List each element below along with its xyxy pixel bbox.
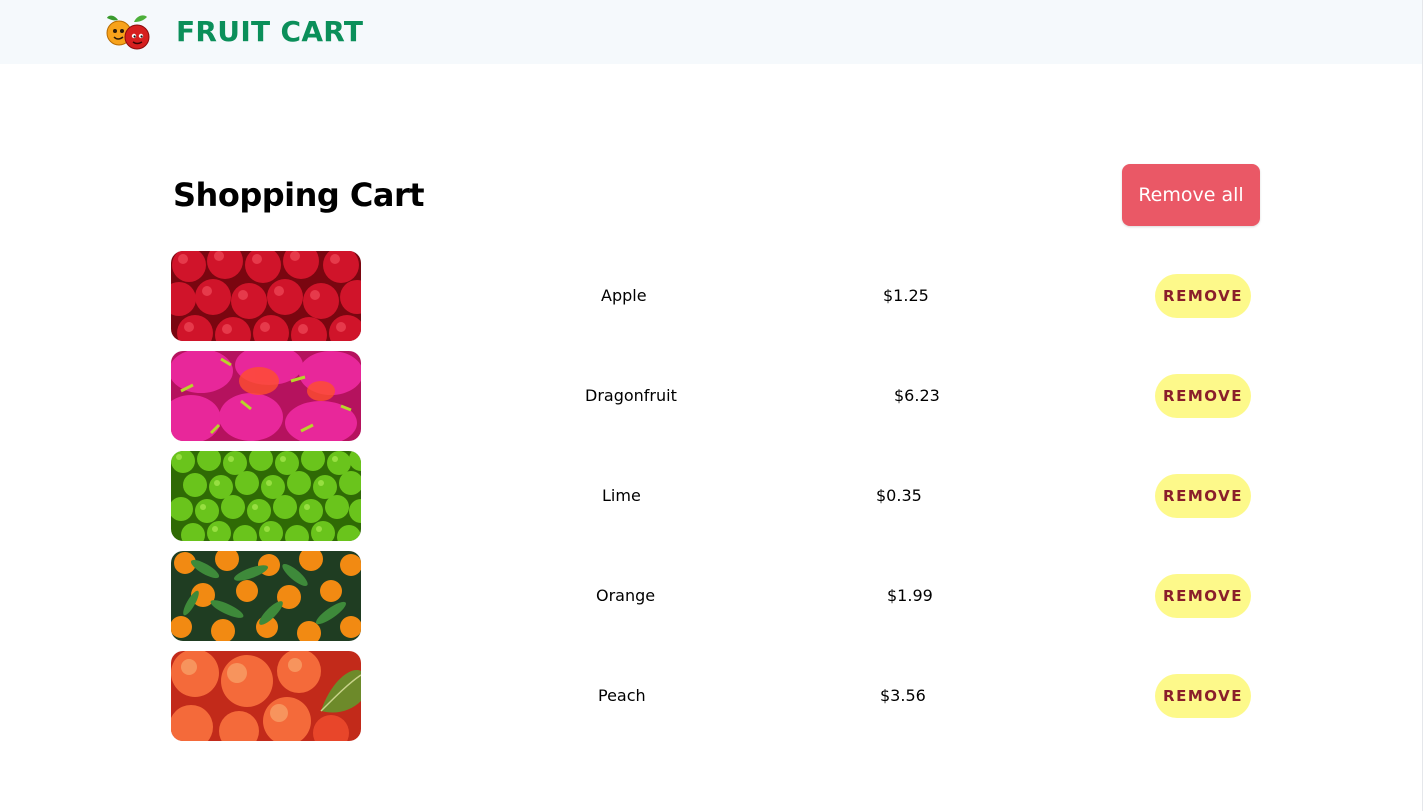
page-title: Shopping Cart <box>173 176 425 214</box>
item-name: Dragonfruit <box>585 386 677 405</box>
peach-photo <box>171 651 361 741</box>
cart-row-peach: Peach $3.56 REMOVE <box>171 651 1261 741</box>
item-price: $6.23 <box>894 386 940 405</box>
item-price: $1.25 <box>883 286 929 305</box>
remove-button[interactable]: REMOVE <box>1155 574 1251 618</box>
fruit-mascot-icon[interactable] <box>104 12 152 52</box>
item-name: Lime <box>602 486 641 505</box>
top-header: FRUIT CART <box>0 0 1422 64</box>
item-name: Apple <box>601 286 647 305</box>
item-price: $0.35 <box>876 486 922 505</box>
item-name: Peach <box>598 686 646 705</box>
remove-all-button[interactable]: Remove all <box>1122 164 1260 226</box>
remove-button[interactable]: REMOVE <box>1155 274 1251 318</box>
remove-button[interactable]: REMOVE <box>1155 374 1251 418</box>
cart-row-dragonfruit: Dragonfruit $6.23 REMOVE <box>171 351 1261 441</box>
remove-button[interactable]: REMOVE <box>1155 474 1251 518</box>
brand-title[interactable]: FRUIT CART <box>176 14 363 50</box>
cart-row-lime: Lime $0.35 REMOVE <box>171 451 1261 541</box>
dragonfruit-photo <box>171 351 361 441</box>
page: FRUIT CART Shopping Cart Remove all Appl… <box>0 0 1423 811</box>
remove-button[interactable]: REMOVE <box>1155 674 1251 718</box>
item-name: Orange <box>596 586 656 605</box>
item-price: $3.56 <box>880 686 926 705</box>
cart-row-orange: Orange $1.99 REMOVE <box>171 551 1261 641</box>
apple-photo <box>171 251 361 341</box>
lime-photo <box>171 451 361 541</box>
cart-row-apple: Apple $1.25 REMOVE <box>171 251 1261 341</box>
item-price: $1.99 <box>887 586 933 605</box>
orange-photo <box>171 551 361 641</box>
